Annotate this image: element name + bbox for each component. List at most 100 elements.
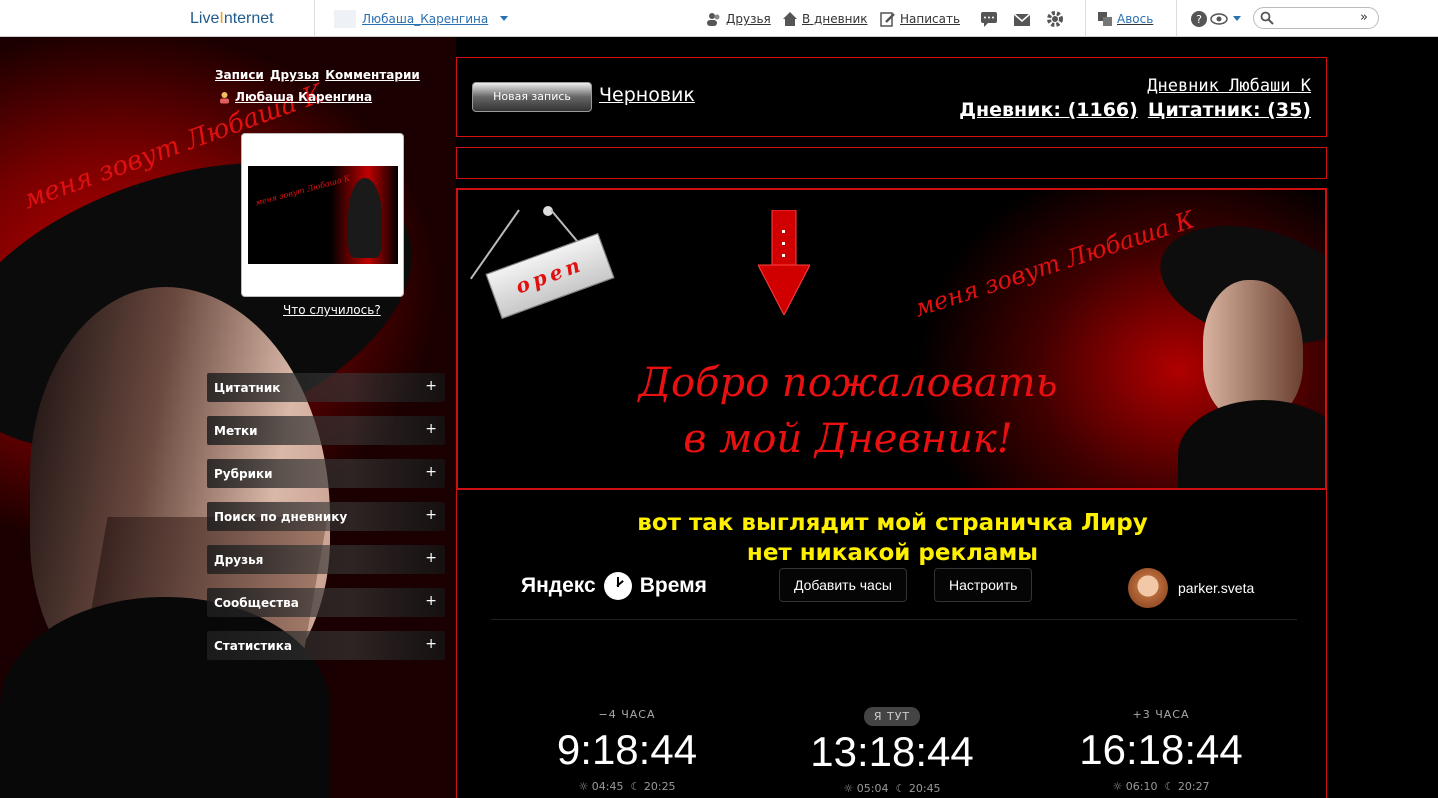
- friends-label: Друзья: [726, 12, 771, 26]
- sidebar-item-communities[interactable]: Сообщества +: [207, 588, 445, 617]
- nav-posts-link[interactable]: Записи: [215, 68, 264, 82]
- plus-icon: +: [425, 550, 437, 566]
- sunset-time: 20:45: [908, 782, 941, 795]
- clock-time: 9:18:44: [556, 726, 698, 773]
- avos-link[interactable]: Авось: [1097, 11, 1153, 27]
- avos-label: Авось: [1117, 12, 1154, 26]
- dice-icon: [1098, 12, 1112, 26]
- banner-body: [1178, 400, 1325, 488]
- avatar-caption: меня зовут Любаша К: [254, 173, 352, 208]
- write-label: Написать: [900, 12, 961, 26]
- sun-times: ☼ 04:45 ☾ 20:25: [578, 780, 676, 793]
- profile-link[interactable]: Любаша Каренгина: [218, 90, 372, 104]
- sidebar-item-search[interactable]: Поиск по дневнику +: [207, 502, 445, 531]
- add-clock-button[interactable]: Добавить часы: [779, 568, 907, 602]
- write-link[interactable]: Написать: [880, 11, 960, 27]
- post-line-2: нет никакой рекламы: [746, 540, 1039, 566]
- yandex-logo-right: Время: [639, 574, 707, 597]
- search-submit-button[interactable]: »: [1360, 10, 1368, 25]
- welcome-line-2: в мой Дневник!: [683, 416, 1013, 462]
- plus-icon: +: [425, 593, 437, 609]
- plus-icon: +: [425, 636, 437, 652]
- clock-offset-label: +3 ЧАСА: [1132, 708, 1190, 721]
- search-input[interactable]: »: [1253, 7, 1379, 29]
- yandex-user[interactable]: parker.sveta: [1128, 568, 1254, 608]
- sidebar-item-label: Рубрики: [214, 466, 273, 481]
- welcome-line-1: Добро пожаловать: [638, 360, 1058, 406]
- yandex-logo-left: Яндекс: [521, 574, 596, 597]
- clock-minus-4: −4 ЧАСА 9:18:44 ☼ 04:45 ☾ 20:25: [527, 705, 727, 793]
- to-diary-link[interactable]: В дневник: [782, 11, 868, 27]
- sunset-time: 20:27: [1177, 780, 1210, 793]
- plus-icon: +: [425, 421, 437, 437]
- what-happened-link[interactable]: Что случилось?: [283, 303, 381, 317]
- sidebar-item-rubrics[interactable]: Рубрики +: [207, 459, 445, 488]
- nav-comments-link[interactable]: Комментарии: [325, 68, 420, 82]
- sun-times: ☼ 05:04 ☾ 20:45: [843, 782, 941, 795]
- liveinternet-logo[interactable]: LiveInternet: [190, 10, 274, 28]
- sidebar-item-label: Цитатник: [214, 380, 281, 395]
- chevron-down-icon[interactable]: [1233, 16, 1241, 21]
- divider: [1085, 0, 1086, 37]
- sun-times: ☼ 06:10 ☾ 20:27: [1112, 780, 1210, 793]
- divider: [314, 0, 315, 37]
- svg-text:?: ?: [1196, 13, 1202, 26]
- nav-friends-link[interactable]: Друзья: [270, 68, 319, 82]
- eye-icon[interactable]: [1210, 10, 1228, 28]
- avatar[interactable]: меня зовут Любаша К: [241, 133, 404, 297]
- yandex-time-widget: Яндекс Время Добавить часы Настроить par…: [491, 568, 1297, 620]
- welcome-text: Добро пожаловать в мой Дневник!: [588, 355, 1108, 467]
- avatar: [1128, 568, 1168, 608]
- diary-header-panel: Новая запись Черновик Дневник Любаши К Д…: [456, 57, 1327, 137]
- clock-time: 13:18:44: [810, 728, 974, 775]
- diary-title-link[interactable]: Дневник Любаши К: [1147, 76, 1311, 96]
- plus-icon: +: [425, 464, 437, 480]
- mail-icon[interactable]: [1013, 10, 1031, 28]
- divider: [1176, 0, 1177, 37]
- new-post-button[interactable]: Новая запись: [472, 82, 592, 112]
- search-icon: [1260, 11, 1274, 25]
- banner-face: [1203, 280, 1303, 420]
- clock-offset-label: Я ТУТ: [863, 707, 921, 726]
- pencil-icon: [880, 12, 895, 27]
- open-sign: open: [485, 232, 615, 320]
- yandex-time-logo[interactable]: Яндекс Время: [521, 572, 707, 600]
- to-diary-label: В дневник: [802, 12, 868, 26]
- diary-count-link[interactable]: Дневник: (1166): [959, 99, 1138, 121]
- sidebar-item-label: Друзья: [214, 552, 264, 567]
- diary-counts: Дневник: (1166) Цитатник: (35): [959, 99, 1311, 121]
- sunrise-time: 06:10: [1125, 780, 1158, 793]
- gear-icon[interactable]: [1046, 10, 1064, 28]
- configure-button[interactable]: Настроить: [934, 568, 1033, 602]
- clock-offset-label: −4 ЧАСА: [598, 708, 656, 721]
- clock-here: Я ТУТ 13:18:44 ☼ 05:04 ☾ 20:45: [792, 705, 992, 795]
- friends-icon: [707, 13, 720, 26]
- sidebar-item-label: Статистика: [214, 638, 292, 653]
- sidebar-item-label: Поиск по дневнику: [214, 509, 348, 524]
- welcome-banner: open меня зовут Любаша К Добро пожаловат…: [456, 188, 1327, 490]
- post-content: вот так выглядит мой страничка Лиру нет …: [456, 490, 1327, 798]
- help-icon[interactable]: ?: [1190, 10, 1208, 28]
- sidebar-item-stats[interactable]: Статистика +: [207, 631, 445, 660]
- chevron-down-icon[interactable]: [500, 16, 508, 21]
- avatar-image: меня зовут Любаша К: [248, 166, 398, 264]
- draft-link[interactable]: Черновик: [599, 84, 695, 106]
- banner-script: меня зовут Любаша К: [910, 205, 1198, 323]
- arrow-down-icon: [758, 210, 810, 315]
- post-line-1: вот так выглядит мой страничка Лиру: [637, 510, 1148, 536]
- quote-count-link[interactable]: Цитатник: (35): [1148, 99, 1311, 121]
- empty-panel: [456, 147, 1327, 179]
- sidebar-item-friends[interactable]: Друзья +: [207, 545, 445, 574]
- clock-time: 16:18:44: [1079, 726, 1243, 773]
- friends-link[interactable]: Друзья: [706, 11, 771, 27]
- sidebar-item-quotes[interactable]: Цитатник +: [207, 373, 445, 402]
- sidebar-item-tags[interactable]: Метки +: [207, 416, 445, 445]
- sidebar-item-label: Метки: [214, 423, 258, 438]
- current-user-link[interactable]: Любаша_Каренгина: [362, 12, 488, 26]
- plus-icon: +: [425, 378, 437, 394]
- chat-icon[interactable]: [980, 10, 998, 28]
- sunset-time: 20:25: [643, 780, 676, 793]
- sunrise-time: 04:45: [591, 780, 624, 793]
- plus-icon: +: [425, 507, 437, 523]
- sidebar-item-label: Сообщества: [214, 595, 299, 610]
